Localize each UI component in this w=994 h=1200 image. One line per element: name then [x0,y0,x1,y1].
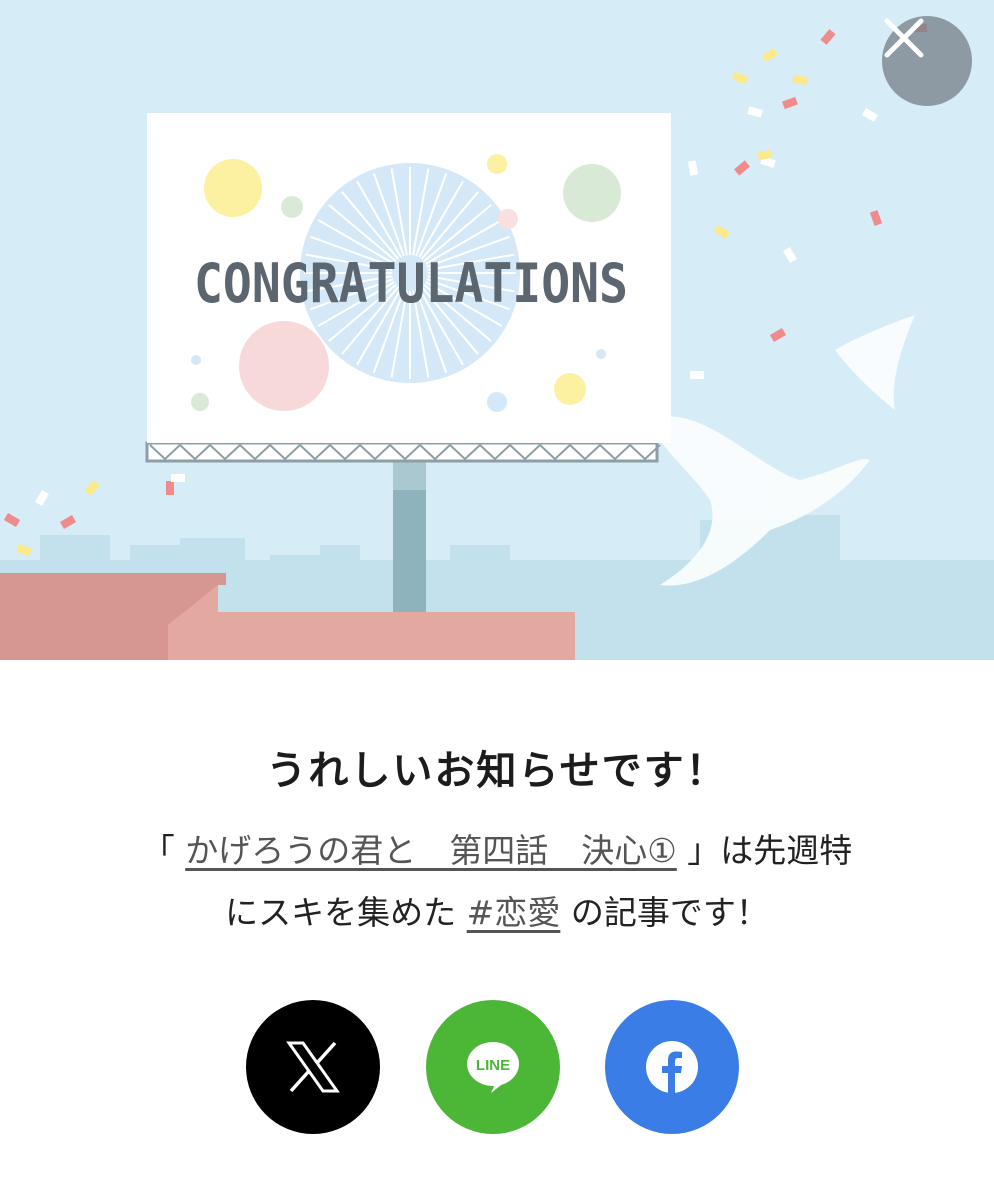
confetti-piece [869,210,883,226]
congratulations-modal: CONGRATULATIONS うれしいお知らせです！ 「 かげろうの君と 第四… [0,0,994,1200]
confetti-piece [769,328,787,342]
line-logo-icon: LINE [467,1042,519,1093]
confetti-piece [734,160,750,176]
x-logo-icon [286,1041,340,1093]
confetti-piece [59,515,77,529]
share-buttons: LINE [0,1000,994,1136]
confetti-piece [16,543,32,557]
article-title-link[interactable]: かげろうの君と 第四話 決心① [185,831,677,870]
message-line2-prefix: にスキを集めた [225,893,457,932]
notice-title: うれしいお知らせです！ [266,748,728,794]
hashtag-link[interactable]: #恋愛 [467,893,561,932]
share-facebook-button[interactable] [605,1000,739,1134]
close-bracket-text: 」は先週特 [687,831,853,870]
confetti-piece [35,489,49,507]
celebration-illustration: CONGRATULATIONS [0,0,994,660]
confetti-piece [690,371,704,379]
confetti-piece [783,246,797,264]
notice-message: 「 かげろうの君と 第四話 決心① 」は先週特 にスキを集めた #恋愛 の記事で… [90,820,904,944]
billboard-truss [145,441,661,463]
confetti-piece [747,106,763,118]
billboard-text: CONGRATULATIONS [194,252,628,315]
share-x-button[interactable] [246,1000,380,1134]
confetti-piece [687,160,699,176]
confetti-piece [84,480,100,496]
confetti-piece [732,71,748,85]
notice-content: うれしいお知らせです！ 「 かげろうの君と 第四話 決心① 」は先週特 にスキを… [0,660,994,1200]
line-logo-text: LINE [476,1057,510,1074]
confetti-piece [166,481,174,495]
close-button[interactable] [882,16,972,106]
confetti-piece [761,48,779,62]
confetti-piece [820,29,836,45]
confetti-piece [782,96,798,110]
confetti-piece [713,225,731,239]
close-icon [884,18,924,58]
confetti-piece [861,108,879,122]
share-line-button[interactable]: LINE [426,1000,560,1134]
message-line2-suffix: の記事です！ [570,893,769,932]
open-bracket: 「 [141,831,175,870]
confetti-piece [3,513,21,527]
facebook-logo-icon [646,1041,698,1094]
confetti-piece [171,474,185,482]
confetti-piece [792,74,808,86]
billboard-scene: CONGRATULATIONS [0,24,994,660]
